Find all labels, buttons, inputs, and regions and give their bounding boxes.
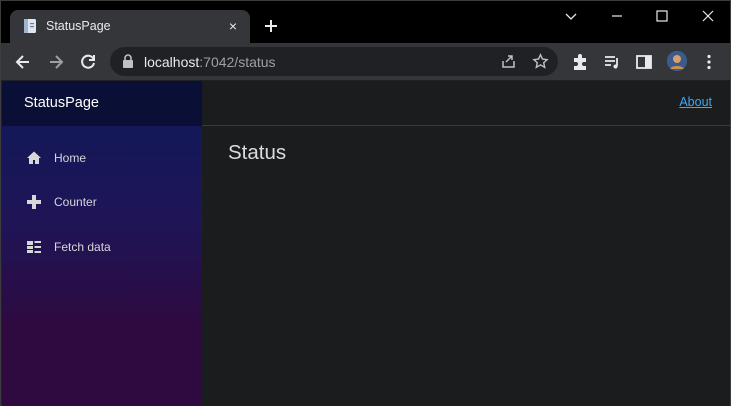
lock-icon[interactable] (122, 54, 134, 68)
puzzle-icon[interactable] (570, 52, 590, 72)
sidebar: StatusPage Home Counter Fetch data (2, 81, 202, 406)
browser-tab[interactable]: StatusPage × (10, 10, 250, 43)
sidebar-item-home[interactable]: Home (2, 140, 202, 176)
share-icon[interactable] (500, 53, 517, 70)
minimize-icon[interactable] (607, 6, 627, 26)
url-host: localhost (144, 54, 200, 70)
page-icon (24, 19, 36, 33)
tab-strip: StatusPage × (1, 1, 730, 43)
window-close-icon[interactable] (698, 6, 718, 26)
maximize-icon[interactable] (652, 6, 672, 26)
url-text: localhost:7042/status (144, 54, 276, 70)
chevron-down-icon[interactable] (561, 6, 581, 26)
browser-window: StatusPage × localhost:7042/status Statu… (0, 0, 731, 406)
home-icon (27, 151, 41, 164)
sidebar-item-fetch-data[interactable]: Fetch data (2, 229, 202, 265)
sidebar-item-counter[interactable]: Counter (2, 184, 202, 220)
browser-toolbar: localhost:7042/status (1, 43, 730, 80)
reload-icon[interactable] (78, 52, 98, 72)
arrow-right-icon[interactable] (46, 52, 66, 72)
brand-bar: StatusPage (2, 81, 202, 126)
sidebar-item-label: Home (54, 151, 87, 165)
brand-link[interactable]: StatusPage (24, 95, 99, 111)
star-icon[interactable] (532, 53, 549, 70)
url-path: :7042/status (199, 54, 276, 70)
sidebar-item-label: Fetch data (54, 240, 111, 254)
sidebar-item-label: Counter (54, 195, 97, 209)
kebab-menu-icon[interactable] (699, 52, 719, 72)
arrow-left-icon[interactable] (13, 52, 33, 72)
close-icon[interactable]: × (225, 18, 241, 34)
top-row: About (202, 81, 730, 126)
profile-icon (667, 51, 687, 71)
address-bar[interactable]: localhost:7042/status (110, 47, 558, 76)
side-panel-icon[interactable] (634, 52, 654, 72)
plus-icon[interactable] (261, 16, 281, 36)
reading-list-icon[interactable] (602, 52, 622, 72)
page-title: Status (228, 141, 287, 164)
plus-icon (27, 195, 41, 209)
tab-title: StatusPage (46, 19, 111, 33)
about-link[interactable]: About (679, 95, 712, 109)
page-viewport: StatusPage Home Counter Fetch data About… (2, 81, 730, 406)
avatar[interactable] (667, 51, 687, 71)
list-icon (27, 241, 41, 253)
